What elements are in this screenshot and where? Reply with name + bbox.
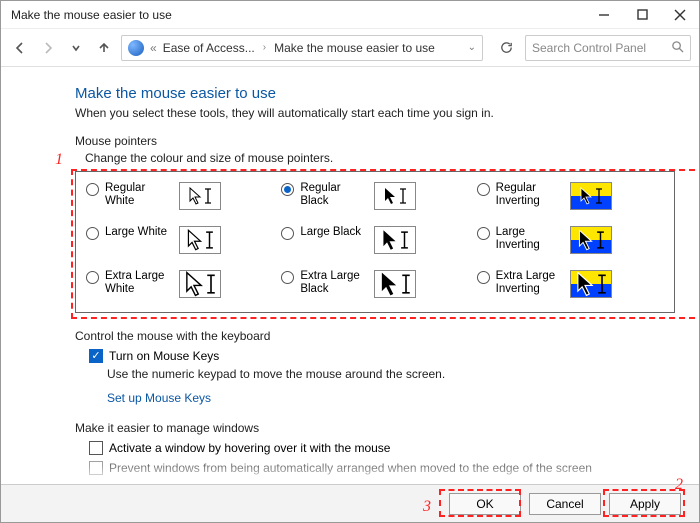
search-box[interactable]: Search Control Panel [525, 35, 691, 61]
ok-button[interactable]: OK [449, 493, 521, 515]
mouse-keys-hint: Use the numeric keypad to move the mouse… [107, 367, 675, 381]
pointer-option-xl-black[interactable]: Extra Large Black [281, 270, 468, 298]
mouse-pointers-heading: Mouse pointers [75, 134, 675, 148]
radio-icon [477, 271, 490, 284]
titlebar: Make the mouse easier to use [1, 1, 699, 29]
forward-button[interactable] [37, 37, 59, 59]
address-bar[interactable]: « Ease of Access... › Make the mouse eas… [121, 35, 483, 61]
address-prefix: « [150, 41, 157, 55]
address-dropdown-icon[interactable]: ⌄ [468, 42, 476, 53]
close-button[interactable] [661, 1, 699, 29]
checkbox-icon [89, 441, 103, 455]
pointer-option-large-white[interactable]: Large White [86, 226, 273, 254]
pointer-preview [179, 226, 221, 254]
search-placeholder: Search Control Panel [532, 41, 671, 55]
radio-icon [86, 183, 99, 196]
pointer-label: Extra Large Black [300, 270, 366, 296]
radio-icon [86, 271, 99, 284]
pointer-label: Extra Large White [105, 270, 171, 296]
pointer-preview [179, 270, 221, 298]
pointer-option-regular-white[interactable]: Regular White [86, 182, 273, 210]
page-title: Make the mouse easier to use [75, 85, 675, 102]
pointer-option-large-black[interactable]: Large Black [281, 226, 468, 254]
pointer-preview [374, 270, 416, 298]
radio-icon [281, 183, 294, 196]
pointer-label: Large Inverting [496, 226, 562, 252]
pointer-option-large-inverting[interactable]: Large Inverting [477, 226, 664, 254]
pointer-preview [374, 182, 416, 210]
radio-icon [477, 183, 490, 196]
up-button[interactable] [93, 37, 115, 59]
windows-heading: Make it easier to manage windows [75, 421, 675, 435]
pointer-preview [374, 226, 416, 254]
breadcrumb-2[interactable]: Make the mouse easier to use [274, 41, 435, 55]
maximize-button[interactable] [623, 1, 661, 29]
checkbox-icon [89, 461, 103, 475]
back-button[interactable] [9, 37, 31, 59]
pointer-preview [570, 226, 612, 254]
pointer-label: Large White [105, 226, 171, 239]
radio-icon [281, 227, 294, 240]
radio-icon [477, 227, 490, 240]
pointer-grid: Regular White Regular Black Regular Inve… [75, 171, 675, 313]
minimize-button[interactable] [585, 1, 623, 29]
pointer-preview [570, 270, 612, 298]
window-title: Make the mouse easier to use [11, 8, 172, 22]
checkbox-label: Activate a window by hovering over it wi… [109, 441, 390, 455]
radio-icon [281, 271, 294, 284]
footer: OK Cancel Apply [1, 484, 699, 522]
pointer-preview [179, 182, 221, 210]
setup-mouse-keys-link[interactable]: Set up Mouse Keys [107, 391, 675, 405]
activate-hover[interactable]: Activate a window by hovering over it wi… [89, 441, 675, 455]
checkbox-label: Turn on Mouse Keys [109, 349, 219, 363]
pointer-label: Extra Large Inverting [496, 270, 562, 296]
pointer-option-xl-white[interactable]: Extra Large White [86, 270, 273, 298]
pointer-option-xl-inverting[interactable]: Extra Large Inverting [477, 270, 664, 298]
prevent-arrange[interactable]: Prevent windows from being automatically… [89, 461, 675, 475]
radio-icon [86, 227, 99, 240]
content-pane: Make the mouse easier to use When you se… [1, 67, 699, 482]
pointer-label: Regular Black [300, 182, 366, 208]
apply-button[interactable]: Apply [609, 493, 681, 515]
chevron-right-icon: › [261, 42, 268, 53]
pointer-preview [570, 182, 612, 210]
recent-dropdown[interactable] [65, 37, 87, 59]
pointer-option-regular-inverting[interactable]: Regular Inverting [477, 182, 664, 210]
pointers-subheading: Change the colour and size of mouse poin… [85, 151, 675, 165]
control-panel-icon [128, 40, 144, 56]
breadcrumb-1[interactable]: Ease of Access... [163, 41, 255, 55]
pointer-label: Large Black [300, 226, 366, 239]
checkbox-label: Prevent windows from being automatically… [109, 461, 592, 475]
keyboard-heading: Control the mouse with the keyboard [75, 329, 675, 343]
pointer-option-regular-black[interactable]: Regular Black [281, 182, 468, 210]
search-icon [671, 40, 684, 56]
cancel-button[interactable]: Cancel [529, 493, 601, 515]
refresh-button[interactable] [493, 35, 519, 61]
pointer-label: Regular Inverting [496, 182, 562, 208]
pointer-label: Regular White [105, 182, 171, 208]
turn-on-mouse-keys[interactable]: Turn on Mouse Keys [89, 349, 675, 363]
page-subtitle: When you select these tools, they will a… [75, 106, 675, 120]
toolbar: « Ease of Access... › Make the mouse eas… [1, 29, 699, 67]
checkbox-icon [89, 349, 103, 363]
